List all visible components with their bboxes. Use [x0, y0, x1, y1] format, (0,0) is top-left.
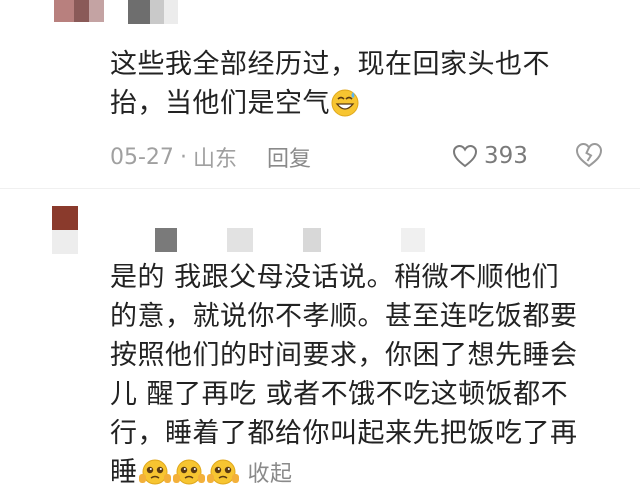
pleading-emoji-icon: [206, 457, 240, 498]
comment-line-text: 抬，当他们是空气: [110, 88, 330, 119]
username[interactable]: [155, 228, 425, 252]
comment-location: 山东: [192, 147, 237, 172]
reply-button[interactable]: 回复: [267, 141, 311, 173]
sweat-smile-emoji-icon: [330, 88, 360, 129]
pleading-emoji-icon: [138, 457, 172, 498]
dislike-button[interactable]: [575, 142, 603, 172]
avatar[interactable]: [54, 0, 104, 22]
comment-body: 这些我全部经历过，现在回家头也不 抬，当他们是空气: [110, 45, 610, 129]
comment-line: 按照他们的时间要求，你困了想先睡会: [110, 340, 578, 371]
comment-line-text: 睡: [110, 457, 138, 488]
comment-date: 05-27: [110, 144, 174, 170]
comment-line: 是的 我跟父母没话说。稍微不顺他们: [110, 262, 560, 293]
comment-line: 这些我全部经历过，现在回家头也不: [110, 49, 550, 80]
heart-icon: [452, 144, 478, 168]
comment-line: 儿 醒了再吃 或者不饿不吃这顿饭都不: [110, 379, 569, 410]
divider: [0, 188, 640, 189]
avatar[interactable]: [52, 206, 78, 254]
comment-body: 是的 我跟父母没话说。稍微不顺他们 的意，就说你不孝顺。甚至连吃饭都要 按照他们…: [110, 258, 610, 498]
username[interactable]: [128, 0, 178, 24]
comment-line: 睡 收起: [110, 453, 610, 498]
pleading-emoji-icon: [172, 457, 206, 498]
meta-separator: ·: [179, 144, 187, 170]
comment-line: 抬，当他们是空气: [110, 84, 610, 129]
comment-line: 的意，就说你不孝顺。甚至连吃饭都要: [110, 301, 578, 332]
broken-heart-icon: [575, 142, 603, 168]
comment-line: 行，睡着了都给你叫起来先把饭吃了再: [110, 418, 578, 449]
like-button[interactable]: 393: [452, 140, 528, 172]
comment-meta: 05-27 · 山东 回复: [110, 141, 311, 173]
like-count: 393: [484, 143, 528, 169]
collapse-button[interactable]: 收起: [248, 462, 293, 487]
